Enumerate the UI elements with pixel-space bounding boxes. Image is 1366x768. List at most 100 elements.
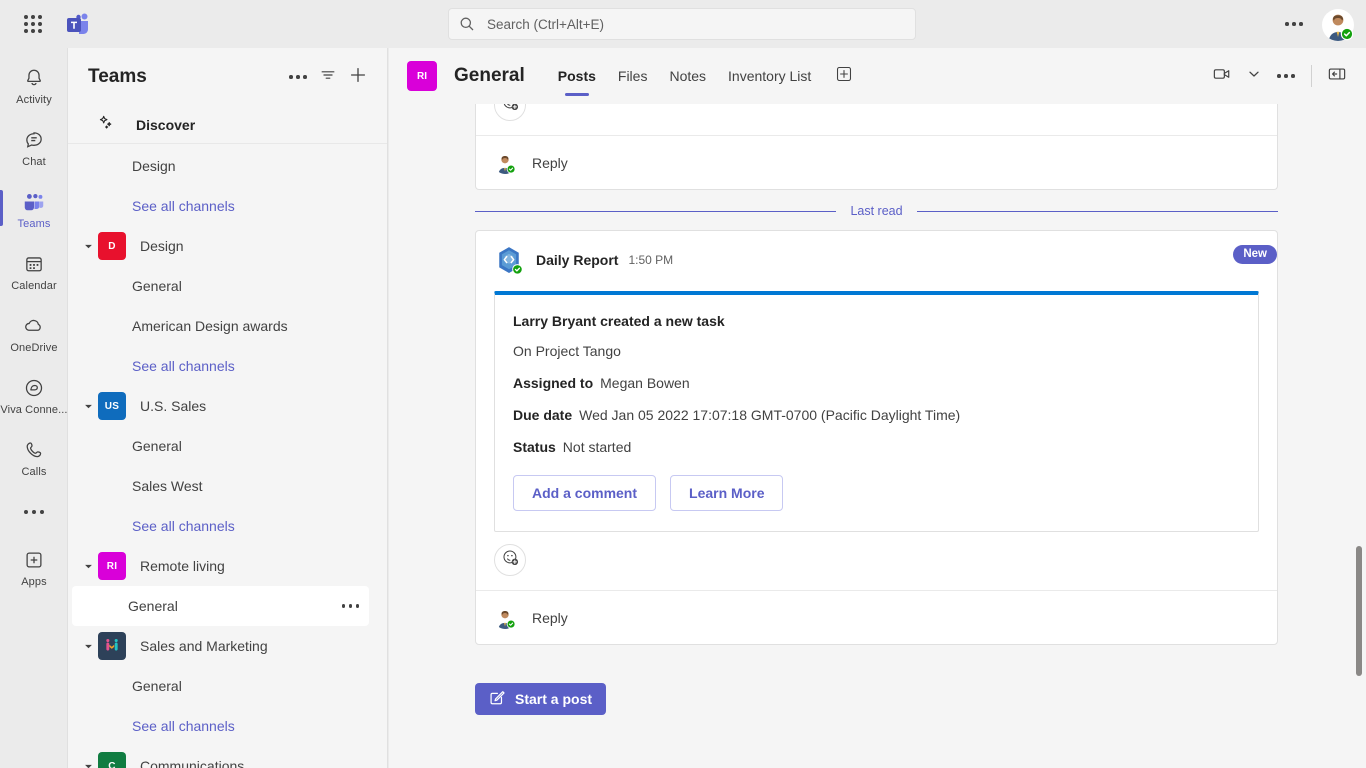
sidebar-channel-general-11[interactable]: General xyxy=(72,586,369,626)
sidebar-teams-list[interactable]: Design See all channels D Design General Amer… xyxy=(68,144,387,768)
user-avatar xyxy=(494,151,516,174)
chevron-down-icon[interactable] xyxy=(80,242,96,251)
team-name: U.S. Sales xyxy=(140,398,207,414)
rail-item-calendar[interactable]: Calendar xyxy=(0,240,68,302)
rail-label-apps: Apps xyxy=(21,575,47,588)
sidebar-channel-general-13[interactable]: General xyxy=(72,666,369,706)
search-input[interactable] xyxy=(487,16,905,32)
add-tab-button[interactable] xyxy=(830,62,858,90)
add-reaction-button[interactable] xyxy=(494,544,526,576)
channel-label: General xyxy=(132,438,182,454)
learn-more-button[interactable]: Learn More xyxy=(670,475,784,511)
meet-now-chevron-button[interactable] xyxy=(1239,61,1269,91)
adaptive-card: Larry Bryant created a new task On Proje… xyxy=(494,291,1259,532)
channel-header-actions xyxy=(1207,61,1352,91)
channel-label: See all channels xyxy=(132,518,235,534)
sidebar-filter-button[interactable] xyxy=(313,62,343,92)
start-a-post-button[interactable]: Start a post xyxy=(475,683,607,715)
left-app-rail: Activity Chat Teams Calendar OneDrive Vi… xyxy=(0,48,68,768)
tab-notes[interactable]: Notes xyxy=(658,48,717,104)
ellipsis-icon xyxy=(1277,74,1295,78)
compose-icon xyxy=(489,689,506,709)
chevron-down-icon[interactable] xyxy=(80,762,96,768)
main-content: RI General Posts Files Notes Inventory L… xyxy=(389,48,1366,768)
reply-label: Reply xyxy=(532,154,568,171)
team-avatar: US xyxy=(98,392,126,420)
rail-more-apps-button[interactable] xyxy=(0,488,68,536)
sidebar-see-all-channels-see-all-channels-1[interactable]: See all channels xyxy=(72,186,369,226)
sidebar-see-all-channels-see-all-channels-9[interactable]: See all channels xyxy=(72,506,369,546)
status-badge: New xyxy=(1233,245,1277,264)
microsoft-teams-logo-icon[interactable] xyxy=(63,10,91,38)
rail-item-apps[interactable]: Apps xyxy=(0,536,68,598)
rail-item-activity[interactable]: Activity xyxy=(0,54,68,116)
post-daily-report: Daily Report 1:50 PM New Larry Bryant cr… xyxy=(475,230,1278,645)
search-bar[interactable] xyxy=(448,8,916,40)
card-field-value: Megan Bowen xyxy=(600,375,690,391)
channel-label: See all channels xyxy=(132,358,235,374)
tab-inventory-list[interactable]: Inventory List xyxy=(717,48,822,104)
add-reaction-button[interactable] xyxy=(494,104,526,121)
sidebar-channel-sales-west-8[interactable]: Sales West xyxy=(72,466,369,506)
feed-scrollbar[interactable] xyxy=(1356,546,1362,676)
chevron-down-icon[interactable] xyxy=(80,642,96,651)
top-bar xyxy=(0,0,1366,48)
card-field-value: Not started xyxy=(562,439,632,455)
teams-icon xyxy=(22,189,46,215)
rail-item-viva-connections[interactable]: Viva Conne... xyxy=(0,364,68,426)
sidebar-item-discover[interactable]: Discover xyxy=(68,106,387,144)
rail-item-chat[interactable]: Chat xyxy=(0,116,68,178)
reply-row[interactable]: Reply xyxy=(476,590,1277,644)
sidebar-team-communications[interactable]: C Communications xyxy=(68,746,387,768)
sidebar-see-all-channels-see-all-channels-14[interactable]: See all channels xyxy=(72,706,369,746)
meet-now-button[interactable] xyxy=(1207,61,1237,91)
reactions-row xyxy=(476,104,1277,135)
channel-label: Sales West xyxy=(132,478,203,494)
rail-item-onedrive[interactable]: OneDrive xyxy=(0,302,68,364)
avatar[interactable] xyxy=(1322,9,1354,41)
sidebar-team-remote-living[interactable]: RI Remote living xyxy=(68,546,387,586)
reply-row[interactable]: Reply xyxy=(476,135,1277,189)
sidebar-channel-american-design-awards-4[interactable]: American Design awards xyxy=(72,306,369,346)
emoji-plus-icon xyxy=(502,549,519,571)
add-a-comment-button[interactable]: Add a comment xyxy=(513,475,657,511)
sidebar-more-button[interactable] xyxy=(283,62,313,92)
video-camera-icon xyxy=(1212,64,1232,89)
settings-and-more-button[interactable] xyxy=(1280,16,1308,32)
sidebar-channel-general-3[interactable]: General xyxy=(72,266,369,306)
plus-icon xyxy=(348,65,368,90)
rail-label-onedrive: OneDrive xyxy=(10,341,58,354)
channel-more-options-button[interactable] xyxy=(1271,61,1301,91)
channel-more-options-button[interactable] xyxy=(341,604,359,608)
sidebar-title: Teams xyxy=(88,66,147,87)
card-subtitle: On Project Tango xyxy=(513,343,621,359)
sidebar-header: Teams xyxy=(68,48,387,106)
sidebar-team-sales-and-marketing[interactable]: Sales and Marketing xyxy=(68,626,387,666)
tab-files[interactable]: Files xyxy=(607,48,659,104)
tab-posts[interactable]: Posts xyxy=(547,48,607,104)
sidebar-channel-design-0[interactable]: Design xyxy=(72,146,369,186)
rail-item-teams[interactable]: Teams xyxy=(0,178,68,240)
posts-feed[interactable]: Reply Last read Daily Report 1:50 PM New… xyxy=(389,104,1366,768)
team-name: Sales and Marketing xyxy=(140,638,268,654)
open-chat-panel-button[interactable] xyxy=(1322,61,1352,91)
sidebar-team-u-s-sales[interactable]: US U.S. Sales xyxy=(68,386,387,426)
rail-item-calls[interactable]: Calls xyxy=(0,426,68,488)
sidebar-team-design[interactable]: D Design xyxy=(68,226,387,266)
sidebar-channel-general-7[interactable]: General xyxy=(72,426,369,466)
search-box[interactable] xyxy=(448,8,916,40)
chevron-down-icon[interactable] xyxy=(80,402,96,411)
join-or-create-team-button[interactable] xyxy=(343,62,373,92)
sidebar-see-all-channels-see-all-channels-5[interactable]: See all channels xyxy=(72,346,369,386)
chevron-down-icon[interactable] xyxy=(80,562,96,571)
last-read-label: Last read xyxy=(850,204,903,218)
team-avatar: RI xyxy=(98,552,126,580)
app-launcher-icon[interactable] xyxy=(17,8,49,40)
teams-sidebar: Teams Discover Design See all channels D… xyxy=(68,48,388,768)
rail-label-viva-connections: Viva Conne... xyxy=(0,403,68,416)
chevron-down-icon xyxy=(1247,67,1261,86)
filter-icon xyxy=(319,66,337,89)
card-field-label: Due date xyxy=(513,407,573,423)
chat-icon xyxy=(23,127,45,153)
card-field-due-date: Due date Wed Jan 05 2022 17:07:18 GMT-070… xyxy=(513,407,1240,423)
